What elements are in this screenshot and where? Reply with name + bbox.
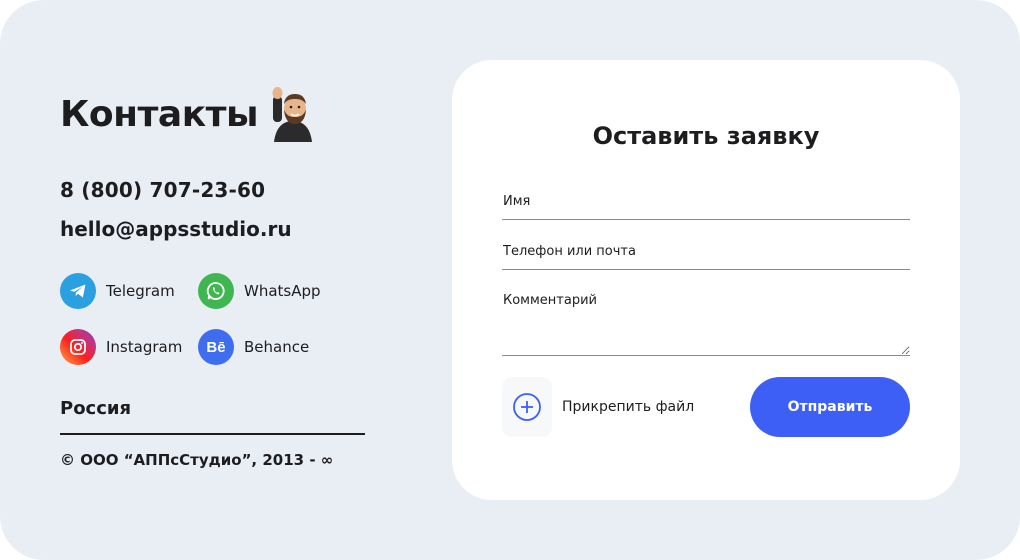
copyright-text: © ООО “АППсСтудио”, 2013 - ∞ [60, 451, 334, 469]
waving-memoji-icon [272, 87, 313, 142]
divider [60, 433, 365, 435]
telegram-label: Telegram [106, 282, 175, 300]
comment-textarea[interactable] [502, 293, 910, 356]
name-input[interactable] [502, 193, 910, 220]
email-address[interactable]: hello@appsstudio.ru [60, 217, 292, 241]
whatsapp-icon [198, 273, 234, 309]
whatsapp-link[interactable]: WhatsApp [198, 273, 321, 309]
page-title: Контакты [60, 93, 259, 135]
attach-file-button[interactable]: Прикрепить файл [502, 377, 694, 437]
instagram-label: Instagram [106, 338, 183, 356]
behance-link[interactable]: Bē Behance [198, 329, 309, 365]
request-form-card: Оставить заявку Прикрепить файл Отправит… [452, 60, 960, 500]
whatsapp-label: WhatsApp [244, 282, 321, 300]
telegram-icon [60, 273, 96, 309]
title-row: Контакты [60, 86, 316, 142]
country-label: Россия [60, 398, 132, 419]
form-title: Оставить заявку [592, 122, 820, 150]
attach-box[interactable] [502, 377, 552, 437]
phone-number[interactable]: 8 (800) 707-23-60 [60, 178, 265, 202]
contacts-section: Контакты 8 (800) 707-23-60 hello@appsstu… [0, 0, 1020, 560]
submit-button[interactable]: Отправить [750, 377, 910, 437]
attach-file-label: Прикрепить файл [562, 399, 695, 415]
instagram-icon [60, 329, 96, 365]
behance-icon: Bē [198, 329, 234, 365]
behance-label: Behance [244, 338, 310, 356]
plus-circle-icon [513, 393, 541, 421]
instagram-link[interactable]: Instagram [60, 329, 182, 365]
contact-input[interactable] [502, 243, 910, 270]
telegram-link[interactable]: Telegram [60, 273, 175, 309]
